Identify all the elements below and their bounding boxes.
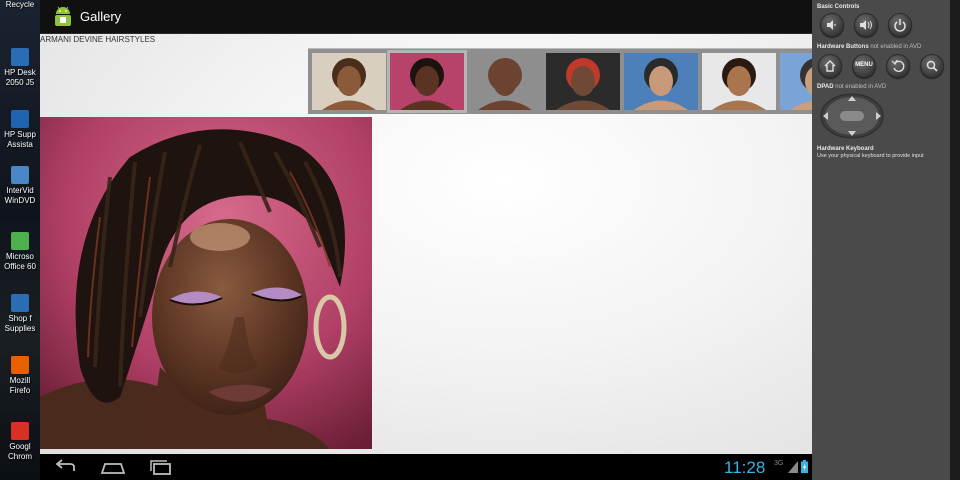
thumb-partial[interactable] (780, 53, 812, 110)
panel-scroll-edge (950, 0, 960, 480)
desktop-shortcut[interactable]: Shop f Supplies (0, 294, 40, 334)
menu-button[interactable]: MENU (852, 54, 876, 78)
back-button[interactable] (886, 54, 910, 78)
back-icon[interactable] (52, 458, 78, 476)
search-button[interactable] (920, 54, 944, 78)
desktop-shortcut[interactable]: Mozill Firefo (0, 356, 40, 396)
dpad-label: DPAD (817, 84, 834, 90)
home-button[interactable] (818, 54, 842, 78)
desktop-shortcut-label: Microso Office 60 (4, 252, 36, 271)
home-icon (824, 60, 836, 72)
home-icon[interactable] (100, 458, 126, 476)
shop-icon (11, 294, 29, 312)
printer-icon (11, 48, 29, 66)
menu-button-label: MENU (855, 62, 873, 68)
thumb-man-fade[interactable] (624, 53, 698, 110)
emulator-control-panel: Basic Controls Hardware Buttons not enab… (812, 0, 950, 480)
desktop-shortcut[interactable]: Googl Chrom (0, 422, 40, 462)
office-icon (11, 232, 29, 250)
hardware-buttons-label: Hardware Buttons (817, 44, 869, 50)
signal-label: 3G (774, 460, 784, 467)
battery-icon (801, 460, 808, 473)
dpad-note: not enabled in AVD (835, 84, 887, 90)
volume-down-icon (827, 20, 836, 30)
windows-desktop: Recycle HP Desk 2050 J5 HP Supp Assista Int… (0, 0, 40, 480)
power-button[interactable] (888, 13, 912, 37)
back-arrow-icon (891, 59, 905, 73)
android-gallery-app-icon[interactable] (51, 5, 75, 29)
android-emulator-screen: Gallery ARMANI DEVINE HAIRSTYLES 11:28 3… (40, 0, 812, 480)
action-bar: Gallery (40, 0, 812, 34)
desktop-shortcut[interactable]: Recycle (0, 0, 40, 10)
app-subtitle: ARMANI DEVINE HAIRSTYLES (40, 35, 156, 44)
desktop-shortcut-label: Recycle (5, 0, 35, 9)
recent-apps-icon[interactable] (148, 458, 174, 476)
thumb-woman-afro-puff[interactable] (312, 53, 386, 110)
thumb-woman-locs[interactable] (387, 50, 467, 113)
help-icon (11, 110, 29, 128)
volume-up-button[interactable] (854, 13, 878, 37)
hardware-keyboard-note: Use your physical keyboard to provide in… (817, 153, 924, 159)
dpad-control[interactable] (820, 93, 884, 139)
desktop-shortcut-label: Shop f Supplies (4, 314, 36, 333)
hardware-buttons-note: not enabled in AVD (870, 44, 922, 50)
volume-down-button[interactable] (820, 13, 844, 37)
dvd-icon (11, 166, 29, 184)
volume-up-icon (860, 20, 872, 30)
desktop-shortcut[interactable]: InterVid WinDVD (0, 166, 40, 206)
search-icon (926, 60, 938, 72)
hardware-keyboard-title: Hardware Keyboard (817, 146, 874, 152)
main-hairstyle-image (40, 117, 372, 449)
navigation-bar: 11:28 3G (40, 454, 812, 480)
thumb-woman-red-mohawk[interactable] (546, 53, 620, 110)
signal-strength-icon (788, 461, 798, 473)
chrome-icon (11, 422, 29, 440)
thumbnail-strip[interactable] (308, 48, 812, 114)
basic-controls-title: Basic Controls (817, 4, 860, 10)
thumb-man-short[interactable] (702, 53, 776, 110)
desktop-shortcut-label: HP Supp Assista (4, 130, 36, 149)
hardware-buttons-title: Hardware Buttons not enabled in AVD (817, 44, 921, 50)
thumb-man-bald[interactable] (468, 53, 542, 110)
desktop-shortcut-label: InterVid WinDVD (4, 186, 36, 205)
status-clock: 11:28 (724, 458, 766, 477)
power-icon (894, 19, 906, 32)
desktop-shortcut[interactable]: HP Desk 2050 J5 (0, 48, 40, 88)
gallery-content: ARMANI DEVINE HAIRSTYLES (40, 34, 812, 454)
desktop-shortcut-label: HP Desk 2050 J5 (4, 68, 36, 87)
desktop-shortcut-label: Googl Chrom (7, 442, 32, 461)
app-title: Gallery (80, 9, 122, 24)
dpad-title: DPAD not enabled in AVD (817, 84, 886, 90)
firefox-icon (11, 356, 29, 374)
desktop-shortcut[interactable]: Microso Office 60 (0, 232, 40, 272)
desktop-shortcut-label: Mozill Firefo (9, 376, 31, 395)
desktop-shortcut[interactable]: HP Supp Assista (0, 110, 40, 150)
